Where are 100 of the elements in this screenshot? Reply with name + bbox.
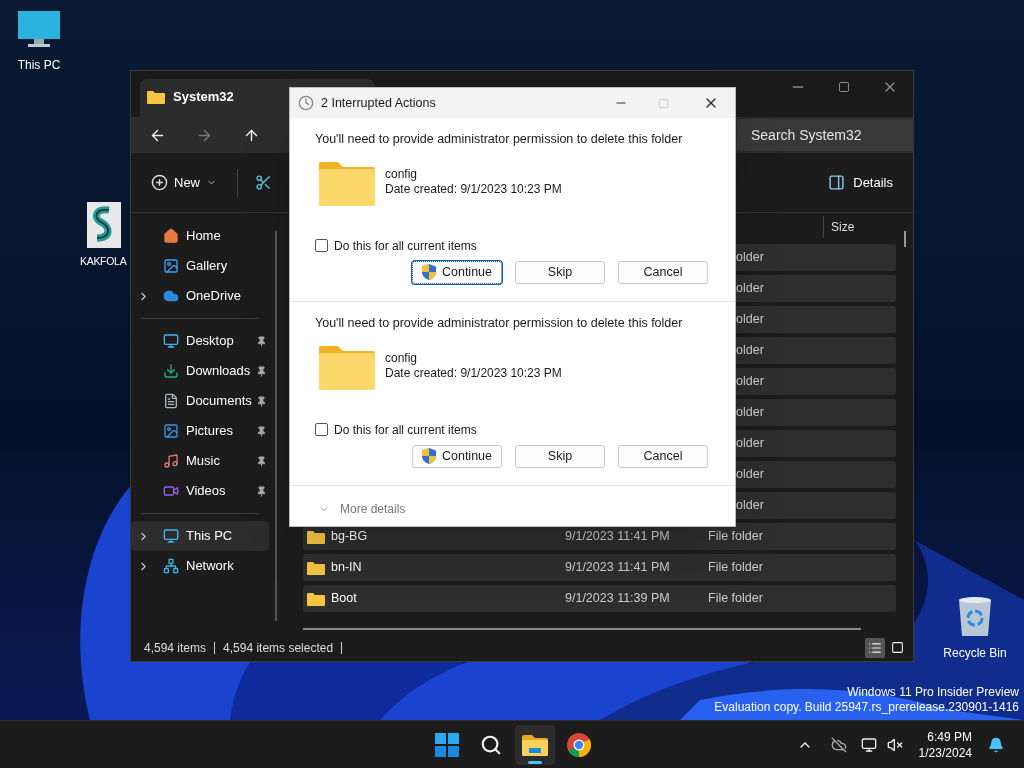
- vertical-scrollbar[interactable]: [904, 231, 906, 247]
- clock-icon: [298, 95, 314, 111]
- file-name: Boot: [331, 590, 358, 608]
- documents-icon: [163, 393, 179, 409]
- cloud-off-icon[interactable]: [830, 736, 847, 753]
- continue-button[interactable]: Continue: [412, 444, 502, 468]
- sidebar-item[interactable]: This PC: [131, 521, 269, 551]
- app-icon: [87, 202, 121, 248]
- permission-message: You'll need to provide administrator permission to delete this folder: [315, 131, 684, 148]
- file-type: File folder: [708, 559, 763, 577]
- sidebar-item[interactable]: Gallery: [131, 251, 269, 281]
- build-watermark: Windows 11 Pro Insider Preview: [847, 685, 1019, 700]
- continue-button[interactable]: Continue: [412, 260, 502, 284]
- file-name: bn-IN: [331, 559, 363, 577]
- pin-icon[interactable]: [256, 455, 267, 467]
- network-icon[interactable]: [860, 736, 877, 753]
- desktop-icon-label[interactable]: KAKFOLA: [80, 254, 127, 270]
- search-field[interactable]: Search System32: [737, 119, 913, 151]
- pin-icon[interactable]: [256, 335, 267, 347]
- taskbar-app[interactable]: [515, 724, 555, 765]
- folder-icon: [307, 591, 325, 606]
- more-details-toggle[interactable]: More details: [318, 500, 406, 518]
- desktop-icon: [163, 333, 179, 349]
- list-icon: [868, 640, 882, 655]
- music-icon: [163, 453, 179, 469]
- dialog-button[interactable]: Cancel: [618, 444, 708, 468]
- checkbox[interactable]: [315, 239, 328, 253]
- file-type: File folder: [708, 590, 763, 608]
- pin-icon[interactable]: [256, 365, 267, 377]
- desktop-icon-label[interactable]: Recycle Bin: [943, 644, 1007, 662]
- file-type: older: [736, 497, 764, 515]
- pin-icon[interactable]: [256, 485, 267, 497]
- file-row[interactable]: Boot 9/1/2023 11:39 PM File folder: [303, 585, 896, 612]
- shield-icon: [421, 264, 436, 281]
- notification-bell-icon[interactable]: [988, 736, 1004, 753]
- folder-name: config: [385, 166, 419, 182]
- sidebar-item[interactable]: Desktop: [131, 326, 269, 356]
- folder-icon: [307, 560, 325, 575]
- dialog-button[interactable]: Cancel: [618, 260, 708, 284]
- folder-icon: [318, 344, 376, 391]
- pin-icon[interactable]: [256, 425, 267, 437]
- file-row[interactable]: bn-IN 9/1/2023 11:41 PM File folder: [303, 554, 896, 581]
- clock-date[interactable]: 1/23/2024: [918, 744, 972, 761]
- details-button[interactable]: Details: [828, 166, 893, 199]
- details-view-button[interactable]: [865, 637, 885, 658]
- folder-name: config: [385, 350, 419, 366]
- file-type: older: [736, 435, 764, 453]
- permission-message: You'll need to provide administrator permission to delete this folder: [315, 315, 684, 332]
- folder-icon: [318, 160, 376, 207]
- downloads-icon: [163, 363, 179, 379]
- folder-icon: [522, 733, 548, 756]
- sidebar-item[interactable]: OneDrive: [131, 281, 269, 311]
- column-header[interactable]: Size: [831, 217, 855, 236]
- checkbox[interactable]: [315, 423, 328, 437]
- file-type: older: [736, 466, 764, 484]
- gallery-icon: [163, 258, 179, 274]
- sidebar-item[interactable]: Music: [131, 446, 269, 476]
- browser-icon: [567, 732, 591, 757]
- sidebar-item[interactable]: Downloads: [131, 356, 269, 386]
- volume-muted-icon[interactable]: [886, 736, 903, 753]
- sidebar-item[interactable]: Documents: [131, 386, 269, 416]
- file-type: older: [736, 342, 764, 360]
- desktop-icon-label[interactable]: This PC: [17, 56, 61, 74]
- horizontal-scrollbar[interactable]: [303, 628, 861, 630]
- clock-time[interactable]: 6:49 PM: [927, 728, 972, 745]
- pictures-icon: [163, 423, 179, 439]
- search-icon: [480, 733, 502, 756]
- scrollbar[interactable]: [275, 231, 277, 621]
- network-icon: [163, 558, 179, 574]
- sidebar-item[interactable]: Network: [131, 551, 269, 581]
- recycle-bin-icon: [957, 596, 993, 638]
- details-pane-icon: [828, 174, 846, 191]
- onedrive-icon: [163, 288, 179, 304]
- dialog-button[interactable]: Skip: [515, 260, 605, 284]
- videos-icon: [163, 483, 179, 499]
- monitor-icon: [17, 10, 61, 50]
- new-button[interactable]: New: [149, 166, 219, 199]
- file-type: older: [736, 311, 764, 329]
- pin-icon[interactable]: [256, 395, 267, 407]
- maximize-icon[interactable]: [838, 81, 850, 93]
- file-date: 9/1/2023 11:41 PM: [565, 559, 671, 577]
- checkbox-label[interactable]: Do this for all current items: [334, 420, 477, 439]
- selection-count: 4,594 items selected: [223, 639, 334, 657]
- file-name: bg-BG: [331, 528, 369, 546]
- sidebar-item[interactable]: Home: [131, 221, 269, 251]
- start-icon: [435, 732, 459, 757]
- scissors-icon[interactable]: [255, 174, 272, 191]
- build-watermark: Evaluation copy. Build 25947.rs_prerelease.230901-1416: [714, 700, 1019, 715]
- sidebar-item[interactable]: Pictures: [131, 416, 269, 446]
- checkbox-label[interactable]: Do this for all current items: [334, 236, 477, 255]
- home-icon: [163, 228, 179, 244]
- folder-icon: [147, 90, 165, 104]
- file-type: older: [736, 249, 764, 267]
- sidebar-item[interactable]: Videos: [131, 476, 269, 506]
- dialog-button[interactable]: Skip: [515, 444, 605, 468]
- file-type: older: [736, 404, 764, 422]
- date-created: Date created: 9/1/2023 10:23 PM: [385, 181, 562, 197]
- plus-icon: [151, 174, 168, 191]
- date-created: Date created: 9/1/2023 10:23 PM: [385, 365, 562, 381]
- item-count: 4,594 items: [144, 639, 207, 657]
